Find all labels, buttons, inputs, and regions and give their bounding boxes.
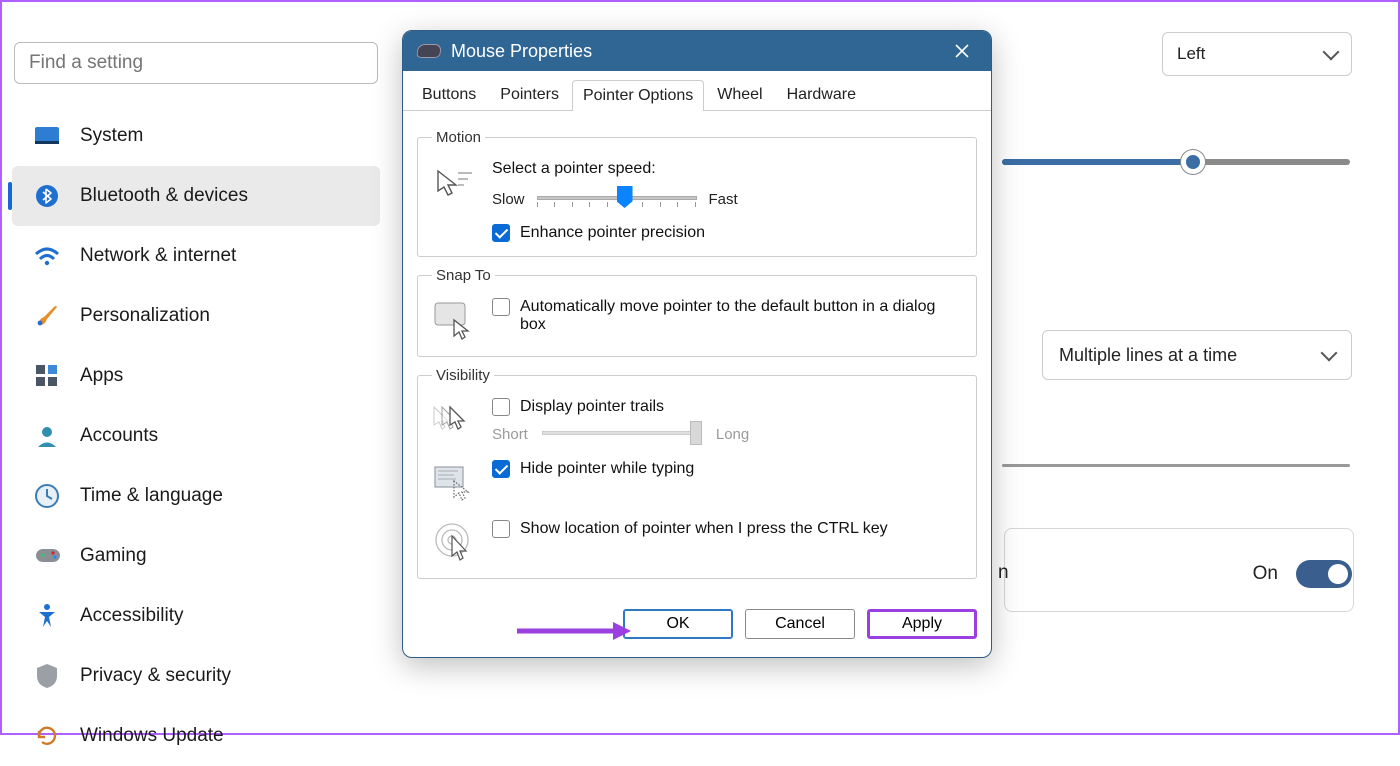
toggle-state-label: On [1253,563,1278,585]
enhance-precision-label: Enhance pointer precision [520,224,705,242]
sidebar-item-system[interactable]: System [12,106,380,166]
settings-sidebar: System Bluetooth & devices Network & int… [6,42,386,766]
sidebar-item-label: Windows Update [80,725,224,747]
sidebar-item-label: Apps [80,365,123,387]
search-input[interactable] [14,42,378,84]
hide-while-typing-label: Hide pointer while typing [520,460,694,478]
slider-thumb[interactable] [1181,150,1205,174]
slider-fill [1002,159,1193,165]
nav-list: System Bluetooth & devices Network & int… [6,106,386,766]
cancel-button[interactable]: Cancel [745,609,855,639]
sidebar-item-network[interactable]: Network & internet [12,226,380,286]
sidebar-item-windows-update[interactable]: Windows Update [12,706,380,766]
ctrl-locate-checkbox[interactable] [492,520,510,538]
search-wrap [14,42,378,84]
visibility-group: Visibility Display pointer trails Short [417,367,977,579]
tab-pointers[interactable]: Pointers [489,79,570,110]
dropdown-value: Left [1177,44,1205,64]
sidebar-item-time-language[interactable]: Time & language [12,466,380,526]
sidebar-item-label: Personalization [80,305,210,327]
sidebar-item-gaming[interactable]: Gaming [12,526,380,586]
lines-to-scroll-track [1002,464,1350,467]
pointer-speed-slider[interactable] [537,188,697,210]
snap-to-group: Snap To Automatically move pointer to th… [417,267,977,357]
close-button[interactable] [947,36,977,66]
fast-label: Fast [709,191,738,208]
tab-hardware[interactable]: Hardware [776,79,867,110]
dialog-title: Mouse Properties [451,41,592,62]
pointer-trails-label: Display pointer trails [520,398,664,416]
ctrl-locate-label: Show location of pointer when I press th… [520,520,888,538]
tab-wheel[interactable]: Wheel [706,79,773,110]
apps-icon [34,363,60,389]
sidebar-item-label: Bluetooth & devices [80,185,248,207]
scroll-inactive-toggle-row: On [1253,560,1352,588]
ctrl-locate-icon [432,520,476,564]
partial-label-tail: n [998,562,1009,584]
sidebar-item-apps[interactable]: Apps [12,346,380,406]
accessibility-icon [34,603,60,629]
sidebar-item-label: Time & language [80,485,223,507]
slow-label: Slow [492,191,525,208]
enhance-precision-checkbox[interactable] [492,224,510,242]
display-icon [34,123,60,149]
pointer-trails-icon [432,398,476,442]
snap-to-label: Automatically move pointer to the defaul… [520,298,940,334]
toggle-switch[interactable] [1296,560,1352,588]
update-icon [34,723,60,749]
snap-to-checkbox[interactable] [492,298,510,316]
group-legend: Snap To [432,267,495,284]
group-legend: Motion [432,129,485,146]
dropdown-value: Multiple lines at a time [1059,345,1237,366]
dialog-titlebar[interactable]: Mouse Properties [403,31,991,71]
sidebar-item-label: Gaming [80,545,147,567]
sidebar-item-accounts[interactable]: Accounts [12,406,380,466]
sidebar-item-accessibility[interactable]: Accessibility [12,586,380,646]
dialog-body: Motion Select a pointer speed: Slow Fas [403,111,991,603]
sidebar-item-label: Accounts [80,425,158,447]
sidebar-item-label: System [80,125,143,147]
short-label: Short [492,426,528,443]
pointer-speed-prompt: Select a pointer speed: [492,160,962,178]
dialog-button-row: OK Cancel Apply [403,603,991,657]
dialog-tabs: Buttons Pointers Pointer Options Wheel H… [403,71,991,111]
sidebar-item-privacy[interactable]: Privacy & security [12,646,380,706]
bluetooth-icon [34,183,60,209]
long-label: Long [716,426,749,443]
cursor-speed-slider[interactable] [1002,156,1350,168]
slider-thumb[interactable] [617,186,633,208]
shield-icon [34,663,60,689]
sidebar-item-label: Network & internet [80,245,236,267]
close-icon [955,44,969,58]
sidebar-item-label: Accessibility [80,605,183,627]
ok-button[interactable]: OK [623,609,733,639]
sidebar-item-personalization[interactable]: Personalization [12,286,380,346]
person-icon [34,423,60,449]
hide-typing-icon [432,460,476,504]
trail-length-slider [542,424,702,444]
snap-to-icon [432,298,476,342]
pointer-speed-icon [432,160,476,204]
apply-button[interactable]: Apply [867,609,977,639]
motion-group: Motion Select a pointer speed: Slow Fas [417,129,977,257]
paintbrush-icon [34,303,60,329]
chevron-down-icon [1323,44,1340,61]
wifi-icon [34,243,60,269]
group-legend: Visibility [432,367,494,384]
mouse-icon [416,44,442,58]
annotation-arrow-icon [513,617,633,645]
tab-pointer-options[interactable]: Pointer Options [572,80,704,111]
chevron-down-icon [1321,345,1338,362]
scroll-mode-dropdown[interactable]: Multiple lines at a time [1042,330,1352,380]
pointer-trails-checkbox[interactable] [492,398,510,416]
sidebar-item-label: Privacy & security [80,665,231,687]
mouse-properties-dialog: Mouse Properties Buttons Pointers Pointe… [402,30,992,658]
tab-buttons[interactable]: Buttons [411,79,487,110]
sidebar-item-bluetooth-devices[interactable]: Bluetooth & devices [12,166,380,226]
hide-while-typing-checkbox[interactable] [492,460,510,478]
gamepad-icon [34,543,60,569]
primary-button-dropdown[interactable]: Left [1162,32,1352,76]
clock-globe-icon [34,483,60,509]
